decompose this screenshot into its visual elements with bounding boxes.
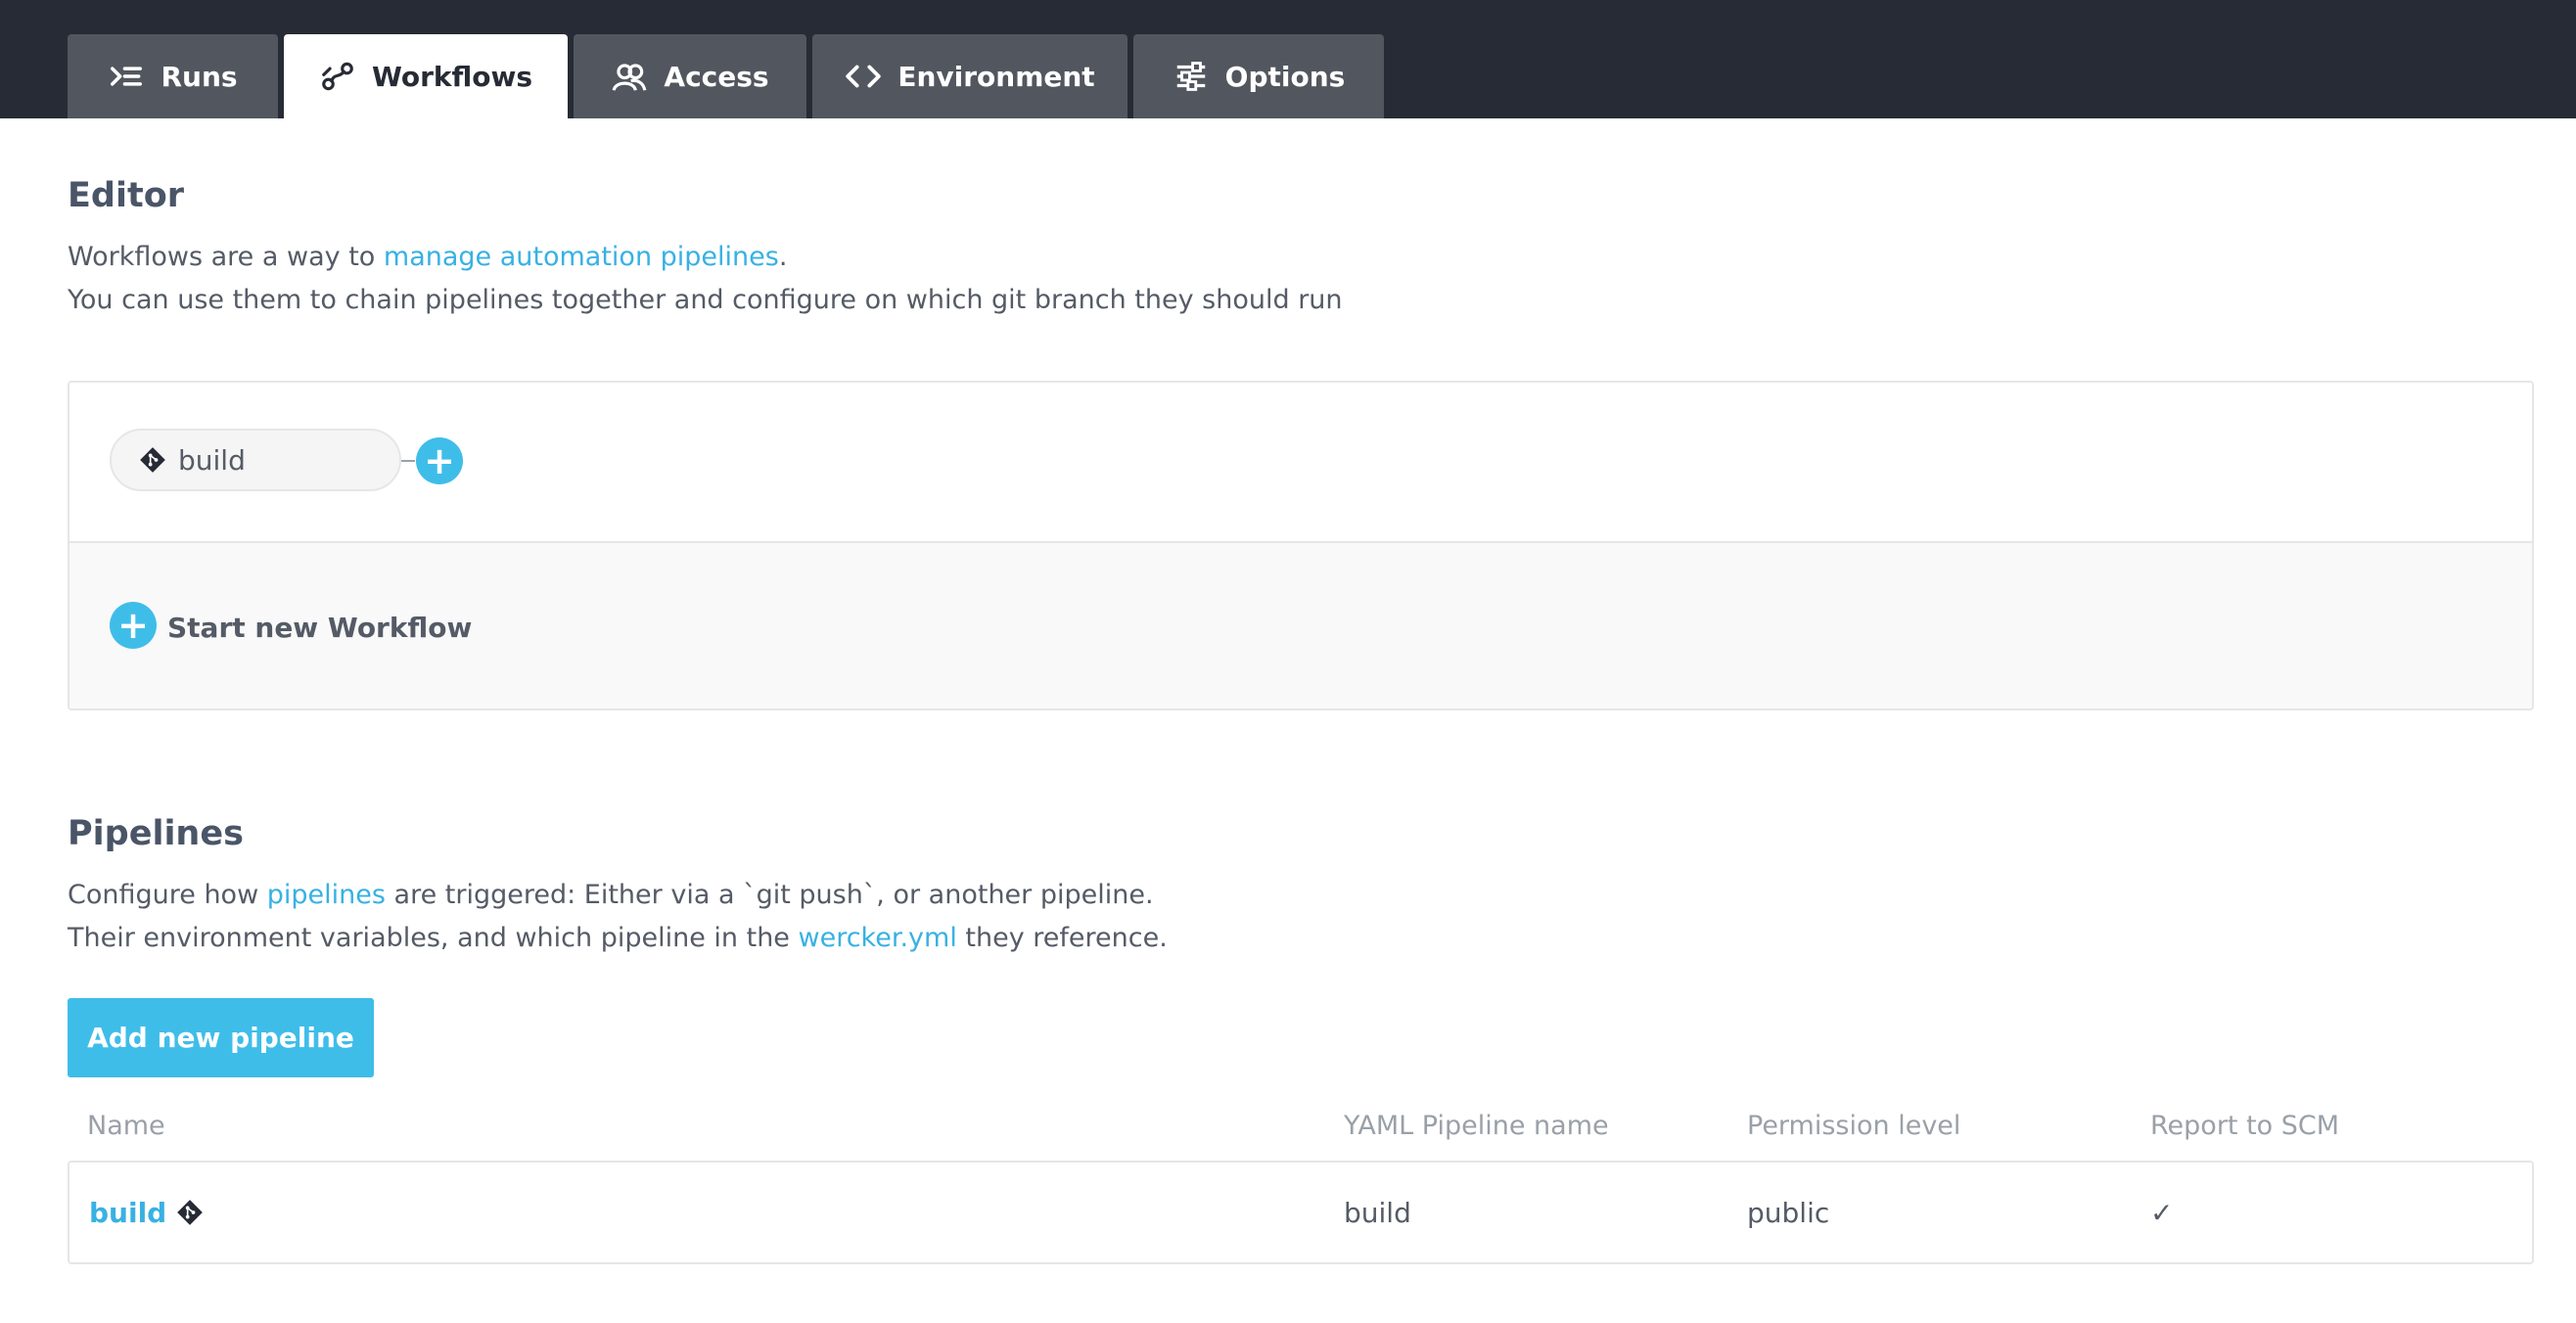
wercker-yml-link[interactable]: wercker.yml — [799, 923, 957, 953]
pipelines-desc-text: Configure how — [68, 880, 267, 910]
runs-icon — [111, 67, 143, 86]
table-row: build build public ✓ — [68, 1161, 2534, 1264]
pipeline-build-link[interactable]: build — [89, 1197, 166, 1229]
tab-runs-label: Runs — [161, 60, 238, 93]
workflow-editor: build + + Start new Workflow — [68, 381, 2534, 710]
tab-environment[interactable]: Environment — [812, 34, 1127, 118]
row-permission-cell: public — [1747, 1196, 1830, 1229]
editor-desc-text: Workflows are a way to — [68, 242, 384, 272]
row-report-checkmark: ✓ — [2150, 1196, 2174, 1229]
pipelines-desc-suffix: are triggered: Either via a `git push`, … — [385, 880, 1154, 910]
pipelines-desc2-text: Their environment variables, and which p… — [68, 923, 799, 953]
start-new-workflow-plus-button[interactable]: + — [110, 602, 157, 649]
workflow-row: build + — [69, 383, 2532, 543]
editor-description-line2: You can use them to chain pipelines toge… — [68, 285, 1343, 315]
pipelines-title: Pipelines — [68, 814, 244, 853]
add-new-pipeline-button[interactable]: Add new pipeline — [68, 998, 374, 1077]
tab-options-label: Options — [1224, 60, 1346, 93]
workflow-node-label: build — [178, 443, 246, 477]
tab-workflows[interactable]: Workflows — [284, 34, 568, 118]
tab-access-label: Access — [664, 60, 769, 93]
pipelines-description-line1: Configure how pipelines are triggered: E… — [68, 880, 1154, 910]
add-pipeline-to-workflow-button[interactable]: + — [416, 437, 463, 484]
workflow-node-build[interactable]: build — [110, 429, 401, 491]
options-icon — [1176, 62, 1205, 91]
editor-desc-suffix: . — [778, 242, 788, 272]
top-nav-bar: Runs Workflows Access Environment Option… — [0, 0, 2576, 118]
git-icon — [140, 447, 165, 473]
code-icon — [846, 65, 882, 88]
tab-workflows-label: Workflows — [371, 60, 533, 93]
tab-access[interactable]: Access — [574, 34, 806, 118]
manage-pipelines-link[interactable]: manage automation pipelines — [384, 242, 779, 272]
workflow-icon — [322, 62, 353, 91]
start-new-workflow-label[interactable]: Start new Workflow — [167, 543, 472, 708]
column-header-permission-level: Permission level — [1747, 1111, 1961, 1141]
editor-description-line1: Workflows are a way to manage automation… — [68, 242, 787, 272]
pipelines-description-line2: Their environment variables, and which p… — [68, 923, 1168, 953]
workflow-connector — [401, 460, 415, 462]
pipelines-desc2-suffix: they reference. — [956, 923, 1168, 953]
column-header-report-to-scm: Report to SCM — [2150, 1111, 2340, 1141]
git-icon — [177, 1200, 204, 1225]
column-header-name: Name — [87, 1111, 165, 1141]
tab-runs[interactable]: Runs — [68, 34, 278, 118]
row-name-cell: build — [89, 1163, 204, 1262]
access-icon — [613, 64, 647, 91]
tab-options[interactable]: Options — [1133, 34, 1384, 118]
start-workflow-area: + Start new Workflow — [69, 543, 2532, 708]
editor-title: Editor — [68, 176, 184, 215]
row-yaml-cell: build — [1344, 1196, 1411, 1229]
pipelines-link[interactable]: pipelines — [267, 880, 386, 910]
column-header-yaml-pipeline-name: YAML Pipeline name — [1344, 1111, 1609, 1141]
tab-environment-label: Environment — [897, 60, 1095, 93]
